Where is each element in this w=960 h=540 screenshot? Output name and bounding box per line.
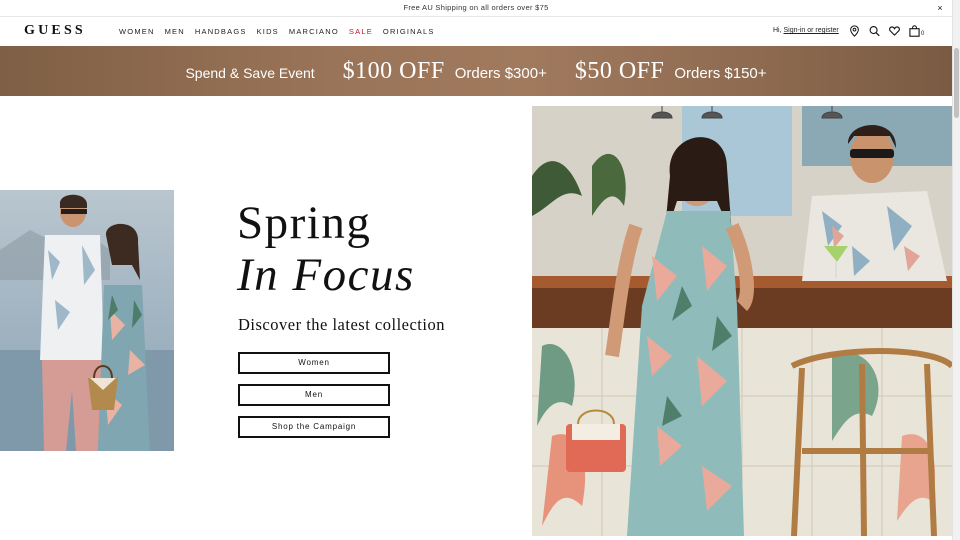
nav-item-marciano[interactable]: MARCIANO [289,27,339,36]
promo-content: Spend & Save Event $100 OFF Orders $300+… [0,58,952,85]
location-pin-icon[interactable] [849,25,860,37]
guess-logo[interactable]: GUESS [24,23,86,39]
shop-campaign-button[interactable]: Shop the Campaign [238,416,390,438]
shopping-bag-button[interactable]: 0 [909,25,924,37]
account-links: Hi, Sign-in or register [773,27,839,34]
campaign-image-couple-seaside[interactable] [0,190,174,451]
nav-item-women[interactable]: WOMEN [119,27,155,36]
header-icons: 0 [849,25,924,37]
site-header: GUESS WOMEN MEN HANDBAGS KIDS MARCIANO S… [0,17,952,46]
promo-offer2-amount: $50 OFF [574,58,665,84]
nav-item-originals[interactable]: ORIGINALS [383,27,435,36]
promo-event-title: Spend & Save Event [185,65,315,81]
bag-count: 0 [921,31,925,37]
greeting-text: Hi, [773,27,782,34]
close-icon[interactable]: × [934,2,946,14]
shop-women-button[interactable]: Women [238,352,390,374]
page-scrollbar[interactable] [952,0,960,540]
promo-banner[interactable]: Spend & Save Event $100 OFF Orders $300+… [0,46,952,96]
sign-in-link[interactable]: Sign-in or register [784,27,839,34]
shopping-bag-icon[interactable] [909,25,920,37]
campaign-photo-right [532,106,952,536]
hero-title-line1: Spring [237,197,372,249]
shop-men-button[interactable]: Men [238,384,390,406]
nav-item-sale[interactable]: SALE [349,27,373,36]
hero-subtitle: Discover the latest collection [238,315,445,334]
hero-title-line2: In Focus [237,249,415,301]
promo-offer1-amount: $100 OFF [342,58,445,84]
scrollbar-thumb[interactable] [954,48,959,118]
nav-item-men[interactable]: MEN [165,27,185,36]
promo-offer2-condition: Orders $150+ [674,65,767,82]
main-nav: WOMEN MEN HANDBAGS KIDS MARCIANO SALE OR… [119,27,435,36]
promo-offer1-condition: Orders $300+ [454,65,547,82]
campaign-image-bar-scene[interactable] [532,106,952,536]
campaign-photo-left [0,190,174,451]
heart-icon[interactable] [889,25,900,37]
announcement-text: Free AU Shipping on all orders over $75 [403,3,549,12]
nav-item-handbags[interactable]: HANDBAGS [195,27,247,36]
search-icon[interactable] [869,25,880,37]
announcement-bar: Free AU Shipping on all orders over $75 … [0,0,952,17]
nav-item-kids[interactable]: KIDS [257,27,279,36]
